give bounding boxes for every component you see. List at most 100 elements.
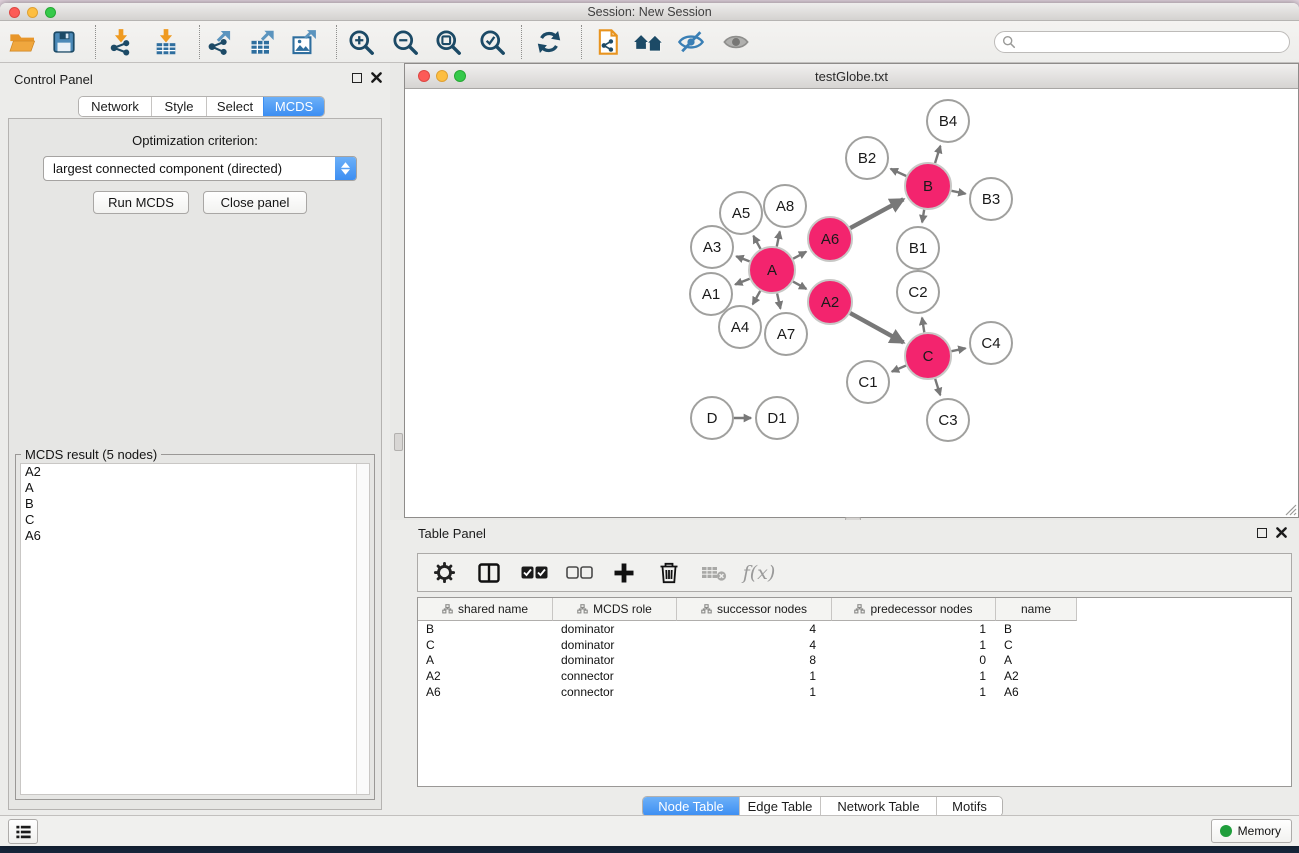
graph-node-B3[interactable]: B3 [970, 178, 1012, 220]
graph-edge-A-A2[interactable] [793, 282, 806, 289]
column-header-MCDS-role[interactable]: MCDS role [553, 598, 677, 621]
column-header-predecessor-nodes[interactable]: predecessor nodes [832, 598, 996, 621]
mcds-result-item[interactable]: B [21, 496, 369, 512]
graph-edge-A2-C[interactable] [850, 313, 903, 342]
graph-node-A4[interactable]: A4 [719, 306, 761, 348]
graph-edge-C-C4[interactable] [952, 348, 966, 351]
zoom-out-icon[interactable] [387, 24, 423, 60]
tab-network-table[interactable]: Network Table [820, 797, 936, 816]
gear-icon[interactable] [429, 561, 459, 584]
zoom-in-icon[interactable] [343, 24, 379, 60]
tab-node-table[interactable]: Node Table [643, 797, 739, 816]
network-canvas[interactable]: A A1 A2 A3 A4 A5 A6 A7 A8 B B1 B2 B3B4 C C1 C2 C3C4 D D1 [405, 89, 1298, 517]
graph-node-B[interactable]: B [905, 163, 951, 209]
mcds-result-item[interactable]: A [21, 480, 369, 496]
graph-node-B2[interactable]: B2 [846, 137, 888, 179]
export-table-icon[interactable] [244, 24, 280, 60]
column-header-successor-nodes[interactable]: successor nodes [677, 598, 832, 621]
close-panel-icon[interactable] [371, 72, 382, 83]
open-session-icon[interactable] [4, 24, 40, 60]
graph-node-A2[interactable]: A2 [808, 280, 852, 324]
graph-node-C[interactable]: C [905, 333, 951, 379]
tab-mcds[interactable]: MCDS [263, 97, 324, 116]
import-network-icon[interactable] [103, 24, 139, 60]
graph-edge-A-A8[interactable] [777, 231, 780, 246]
delete-column-icon[interactable] [654, 562, 684, 584]
graph-edge-A-A7[interactable] [777, 293, 780, 308]
graph-edge-A-A6[interactable] [793, 252, 806, 259]
graph-node-C3[interactable]: C3 [927, 399, 969, 441]
task-history-button[interactable] [8, 819, 38, 844]
graph-node-A7[interactable]: A7 [765, 313, 807, 355]
float-table-panel-icon[interactable] [1257, 528, 1267, 538]
graph-edge-A-A4[interactable] [753, 291, 761, 304]
search-field[interactable] [994, 31, 1290, 53]
tab-edge-table[interactable]: Edge Table [739, 797, 820, 816]
graph-edge-C-C3[interactable] [935, 379, 940, 395]
tab-select[interactable]: Select [206, 97, 263, 116]
graph-edge-A-A5[interactable] [753, 236, 760, 249]
network-file-icon[interactable] [590, 24, 626, 60]
tab-motifs[interactable]: Motifs [936, 797, 1002, 816]
add-column-icon[interactable] [609, 562, 639, 584]
graph-edge-B-B2[interactable] [891, 169, 907, 176]
graph-edge-A6-B[interactable] [850, 199, 903, 228]
resize-grip-icon[interactable] [1283, 502, 1297, 516]
column-browser-icon[interactable] [474, 563, 504, 583]
graph-node-D[interactable]: D [691, 397, 733, 439]
graph-edge-A-A1[interactable] [735, 279, 749, 285]
vertical-splitter-handle[interactable] [394, 433, 403, 451]
mcds-result-item[interactable]: C [21, 512, 369, 528]
select-all-icon[interactable] [519, 566, 549, 579]
mcds-result-item[interactable]: A2 [21, 464, 369, 480]
graph-node-A1[interactable]: A1 [690, 273, 732, 315]
graph-node-D1[interactable]: D1 [756, 397, 798, 439]
memory-button[interactable]: Memory [1211, 819, 1292, 843]
tab-network[interactable]: Network [79, 97, 151, 116]
delete-table-icon[interactable] [699, 564, 729, 582]
graph-node-C1[interactable]: C1 [847, 361, 889, 403]
run-mcds-button[interactable]: Run MCDS [93, 191, 189, 214]
export-network-icon[interactable] [201, 24, 237, 60]
welcome-screen-icon[interactable] [630, 24, 666, 60]
float-panel-icon[interactable] [352, 73, 362, 83]
graph-node-A5[interactable]: A5 [720, 192, 762, 234]
close-table-panel-icon[interactable] [1276, 527, 1287, 538]
column-header-shared-name[interactable]: shared name [418, 598, 553, 621]
graph-node-A6[interactable]: A6 [808, 217, 852, 261]
import-table-icon[interactable] [148, 24, 184, 60]
table-row[interactable]: Cdominator41C [418, 637, 1291, 653]
mcds-result-item[interactable]: A6 [21, 528, 369, 544]
export-image-icon[interactable] [286, 24, 322, 60]
list-scrollbar[interactable] [356, 464, 369, 794]
zoom-fit-icon[interactable] [430, 24, 466, 60]
graph-node-A3[interactable]: A3 [691, 226, 733, 268]
function-builder-icon[interactable]: f(x) [744, 562, 774, 584]
graph-edge-C-C2[interactable] [922, 318, 924, 333]
table-row[interactable]: A2connector11A2 [418, 668, 1291, 684]
hide-panels-icon[interactable] [673, 24, 709, 60]
graph-edge-C-C1[interactable] [892, 366, 906, 372]
graph-node-A[interactable]: A [749, 247, 795, 293]
graph-node-B1[interactable]: B1 [897, 227, 939, 269]
save-session-icon[interactable] [46, 24, 82, 60]
zoom-selected-icon[interactable] [474, 24, 510, 60]
graph-node-C2[interactable]: C2 [897, 271, 939, 313]
graph-edge-A-A3[interactable] [736, 256, 749, 261]
table-row[interactable]: A6connector11A6 [418, 684, 1291, 700]
close-panel-button[interactable]: Close panel [203, 191, 307, 214]
graph-edge-B-B3[interactable] [952, 191, 966, 194]
graph-node-B4[interactable]: B4 [927, 100, 969, 142]
graph-node-A8[interactable]: A8 [764, 185, 806, 227]
graph-edge-B-B4[interactable] [935, 146, 940, 163]
node-table[interactable]: shared nameMCDS rolesuccessor nodesprede… [417, 597, 1292, 787]
graph-node-C4[interactable]: C4 [970, 322, 1012, 364]
refresh-icon[interactable] [531, 24, 567, 60]
search-input[interactable] [1020, 35, 1289, 49]
deselect-all-icon[interactable] [564, 566, 594, 579]
graph-edge-B-B1[interactable] [922, 210, 924, 223]
table-row[interactable]: Adominator80A [418, 653, 1291, 669]
mcds-result-list[interactable]: A2ABCA6 [20, 463, 370, 795]
tab-style[interactable]: Style [151, 97, 206, 116]
criterion-dropdown[interactable]: largest connected component (directed) [43, 156, 357, 181]
